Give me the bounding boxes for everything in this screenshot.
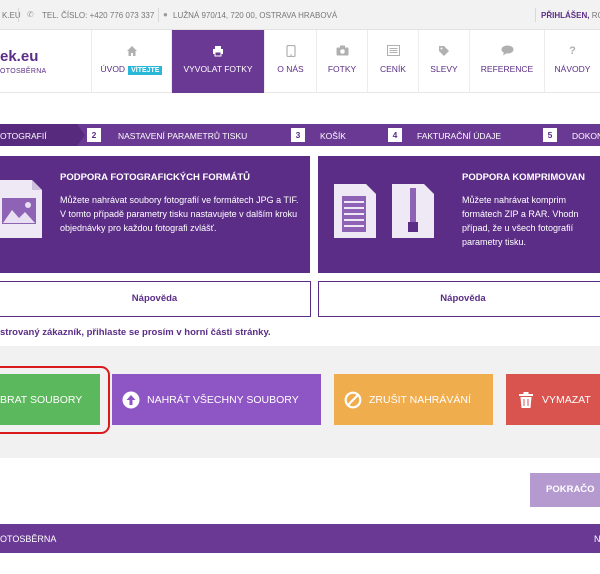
phone-number: TEL. ČÍSLO: +420 776 073 337	[42, 11, 155, 20]
delete-button[interactable]: VYMAZAT	[506, 374, 600, 425]
logo-text: ek.eu	[0, 48, 39, 65]
help-button-photo[interactable]: Nápověda	[0, 281, 311, 317]
step-5-finish[interactable]: 5 DOKON	[542, 124, 600, 146]
cancel-upload-button[interactable]: ZRUŠIT NAHRÁVÁNÍ	[334, 374, 493, 425]
card-title: PODPORA KOMPRIMOVAN	[462, 172, 585, 183]
question-icon: ?	[569, 45, 576, 57]
printer-icon	[172, 45, 264, 57]
highlight-outline	[0, 366, 110, 434]
step-label: KOŠÍK	[320, 131, 346, 141]
upload-all-button[interactable]: NAHRÁT VŠECHNY SOUBORY	[112, 374, 321, 425]
continue-button[interactable]: POKRAČO	[530, 473, 600, 507]
phone-icon: ✆	[27, 10, 34, 19]
ban-icon	[344, 391, 362, 409]
card-text: Můžete nahrávat soubory fotografií ve fo…	[60, 195, 299, 233]
step-arrow	[77, 124, 85, 146]
zip-file-icon	[390, 182, 436, 240]
divider	[158, 8, 159, 22]
address: LUŽNÁ 970/14, 720 00, OSTRAVA HRABOVÁ	[173, 11, 338, 20]
camera-icon	[317, 45, 367, 57]
nav-o-nas[interactable]: O NÁS	[264, 30, 316, 93]
step-number: 4	[388, 128, 402, 142]
home-icon	[92, 45, 171, 57]
step-label: OTOGRAFIÍ	[0, 131, 47, 141]
step-label: DOKON	[572, 131, 600, 141]
step-4-billing[interactable]: 4 FAKTURAČNÍ ÚDAJE	[387, 124, 537, 146]
nav-uvod-label: ÚVOD	[100, 64, 126, 74]
location-icon: ●	[163, 10, 168, 19]
nav-uvod[interactable]: ÚVOD VÍTEJTE	[91, 30, 171, 93]
site-logo[interactable]: ek.eu OTOSBĚRNA	[0, 48, 50, 78]
step-3-cart[interactable]: 3 KOŠÍK	[290, 124, 384, 146]
login-user: ROI	[591, 11, 600, 20]
delete-label: VYMAZAT	[542, 394, 591, 406]
order-steps: OTOGRAFIÍ 2 NASTAVENÍ PARAMETRŮ TISKU 3 …	[0, 124, 600, 146]
tablet-icon	[265, 44, 316, 58]
step-number: 3	[291, 128, 305, 142]
nav-navody[interactable]: ? NÁVODY	[544, 30, 600, 93]
top-info-bar: K.EU ✆ TEL. ČÍSLO: +420 776 073 337 ● LU…	[0, 0, 600, 30]
comment-icon	[470, 45, 544, 57]
nav-reference-label: REFERENCE	[480, 64, 534, 74]
divider	[18, 8, 19, 22]
step-number: 2	[87, 128, 101, 142]
trash-icon	[518, 391, 536, 409]
nav-fotky-label: FOTKY	[327, 64, 357, 74]
login-label: PŘIHLÁŠEN,	[541, 11, 590, 20]
cancel-upload-label: ZRUŠIT NAHRÁVÁNÍ	[369, 394, 471, 406]
card-title: PODPORA FOTOGRAFICKÝCH FORMÁTŮ	[60, 172, 250, 183]
nav-vyvolat-label: VYVOLAT FOTKY	[183, 64, 253, 74]
list-icon	[368, 45, 418, 57]
photo-formats-card: PODPORA FOTOGRAFICKÝCH FORMÁTŮ Můžete na…	[0, 156, 310, 273]
nav-navody-label: NÁVODY	[554, 64, 591, 74]
nav-o-nas-label: O NÁS	[277, 64, 304, 74]
step-1-photos[interactable]: OTOGRAFIÍ	[0, 124, 77, 146]
footer-right-text: N	[594, 534, 600, 544]
nav-slevy-label: SLEVY	[430, 64, 458, 74]
logo-tagline: OTOSBĚRNA	[0, 68, 47, 75]
step-2-print-settings[interactable]: 2 NASTAVENÍ PARAMETRŮ TISKU	[86, 124, 286, 146]
help-button-zip[interactable]: Nápověda	[318, 281, 600, 317]
footer-left-text: OTOSBĚRNA	[0, 534, 57, 544]
login-notice: strovaný zákazník, přihlaste se prosím v…	[0, 327, 271, 338]
footer-bar: OTOSBĚRNA N	[0, 524, 600, 553]
divider	[535, 8, 536, 22]
upload-icon	[122, 391, 140, 409]
tag-icon	[419, 45, 469, 57]
image-file-icon	[0, 178, 46, 240]
nav-slevy[interactable]: SLEVY	[418, 30, 469, 93]
nav-cenik-label: CENÍK	[380, 64, 406, 74]
nav-reference[interactable]: REFERENCE	[469, 30, 544, 93]
nav-fotky[interactable]: FOTKY	[316, 30, 367, 93]
welcome-badge: VÍTEJTE	[128, 66, 163, 75]
step-number: 5	[543, 128, 557, 142]
nav-cenik[interactable]: CENÍK	[367, 30, 418, 93]
upload-all-label: NAHRÁT VŠECHNY SOUBORY	[147, 394, 299, 406]
nav-vyvolat-fotky[interactable]: VYVOLAT FOTKY	[171, 30, 264, 93]
card-text: Můžete nahrávat komprim formátech ZIP a …	[462, 195, 579, 247]
zip-formats-card: PODPORA KOMPRIMOVAN Můžete nahrávat komp…	[318, 156, 600, 273]
step-label: FAKTURAČNÍ ÚDAJE	[417, 131, 502, 141]
header: ek.eu OTOSBĚRNA ÚVOD VÍTEJTE VYVOLAT FOTK…	[0, 30, 600, 93]
step-label: NASTAVENÍ PARAMETRŮ TISKU	[118, 131, 248, 141]
archive-file-icon	[332, 182, 378, 240]
login-status[interactable]: PŘIHLÁŠEN, ROI	[541, 11, 600, 20]
